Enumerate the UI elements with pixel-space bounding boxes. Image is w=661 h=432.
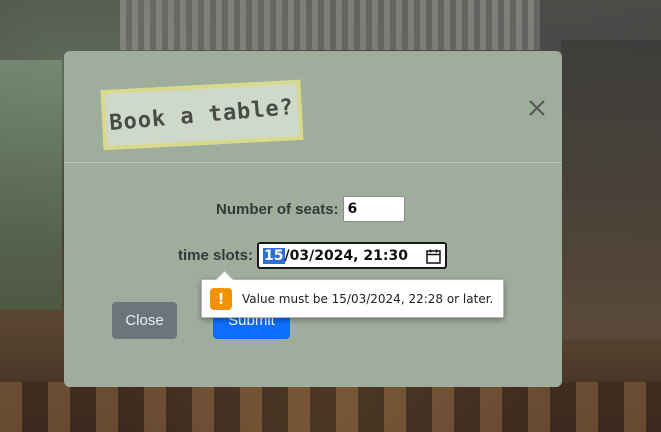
warning-icon: ! [210, 287, 232, 310]
time-label: time slots: [178, 247, 254, 264]
seats-input[interactable]: 6 [342, 196, 405, 222]
title-badge: Book a table? [100, 79, 304, 151]
window-left [0, 60, 62, 310]
validation-message: Value must be 15/03/2024, 22:28 or later… [242, 291, 494, 306]
time-row: time slots: 15/03/2024, 21:30 [178, 242, 448, 269]
validation-tooltip: ! Value must be 15/03/2024, 22:28 or lat… [201, 270, 504, 318]
close-x-icon[interactable] [526, 97, 548, 119]
modal-title: Book a table? [108, 94, 296, 136]
chairs-row [0, 382, 661, 432]
time-day-segment[interactable]: 15 [263, 247, 285, 264]
calendar-icon[interactable] [426, 249, 441, 268]
booking-modal: Book a table? Number of seats: 6 time sl… [64, 51, 562, 387]
modal-header: Book a table? [64, 51, 562, 163]
ceiling-ducts [120, 0, 540, 50]
close-button[interactable]: Close [112, 302, 177, 339]
time-rest: /03/2024, 21:30 [284, 247, 408, 264]
window-right [561, 40, 661, 340]
seats-row: Number of seats: 6 [216, 196, 405, 222]
seats-value: 6 [347, 201, 358, 217]
time-slot-input[interactable]: 15/03/2024, 21:30 [257, 242, 448, 269]
seats-label: Number of seats: [216, 200, 339, 218]
